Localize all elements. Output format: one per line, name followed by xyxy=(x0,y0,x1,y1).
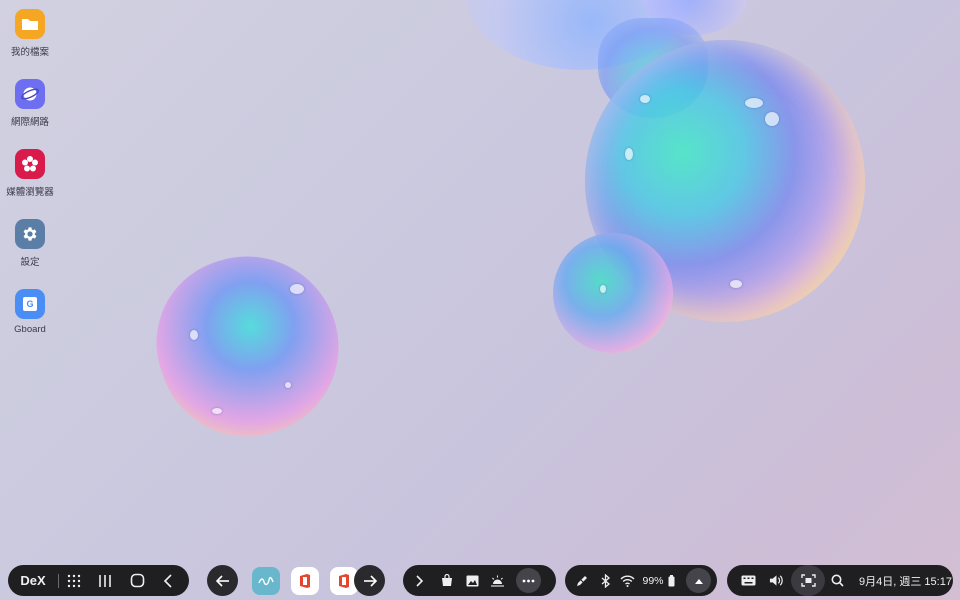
bluetooth-icon xyxy=(598,565,612,596)
screenshot-icon[interactable] xyxy=(791,565,825,596)
more-icon[interactable] xyxy=(516,568,541,593)
volume-icon[interactable] xyxy=(769,565,783,596)
gboard-icon: G xyxy=(15,289,45,319)
taskbar-tray-group xyxy=(403,565,556,596)
water-drop xyxy=(190,330,198,340)
flower-icon xyxy=(15,149,45,179)
gallery-icon[interactable] xyxy=(460,565,484,596)
dex-button[interactable]: DeX xyxy=(8,565,58,596)
water-drop xyxy=(625,148,633,160)
water-drop xyxy=(212,408,222,414)
water-drop xyxy=(600,285,606,293)
internet-icon xyxy=(15,79,45,109)
desktop-icon-gboard[interactable]: G Gboard xyxy=(0,289,60,335)
desktop-icon-my-files[interactable]: 我的檔案 xyxy=(0,9,60,58)
water-drop xyxy=(640,95,650,103)
desktop-icon-label: Gboard xyxy=(14,324,46,335)
desktop-icon-internet[interactable]: 網際網路 xyxy=(0,79,60,128)
taskbar-system-group: 9月4日, 週三 15:17 xyxy=(727,565,953,596)
wallpaper xyxy=(0,0,960,600)
desktop-icon-label: 媒體瀏覽器 xyxy=(6,187,54,198)
clock-datetime[interactable]: 9月4日, 週三 15:17 xyxy=(849,565,952,596)
water-drop xyxy=(730,280,742,288)
expand-icon[interactable] xyxy=(403,565,434,596)
pen-icon[interactable] xyxy=(565,565,598,596)
battery-icon xyxy=(664,565,678,596)
taskbar-nav-group: DeX xyxy=(8,565,189,596)
taskbar-status-group: 99% xyxy=(565,565,717,596)
water-drop xyxy=(765,112,779,126)
desktop-icon-label: 網際網路 xyxy=(10,117,49,128)
scroll-right-icon[interactable] xyxy=(354,565,385,596)
recents-icon[interactable] xyxy=(89,565,121,596)
apps-grid-icon[interactable] xyxy=(59,565,89,596)
svg-text:G: G xyxy=(26,299,33,309)
water-drop xyxy=(745,98,763,108)
bubble-shape xyxy=(553,233,673,353)
taskbar-apps-group xyxy=(207,565,385,596)
weather-icon[interactable] xyxy=(484,565,510,596)
search-icon[interactable] xyxy=(825,565,849,596)
back-icon[interactable] xyxy=(153,565,183,596)
bubble-shape xyxy=(132,230,364,462)
desktop-icon-label: 設定 xyxy=(20,257,40,268)
gear-icon xyxy=(15,219,45,249)
wifi-icon xyxy=(612,565,642,596)
desktop-icon-label: 我的檔案 xyxy=(10,47,49,58)
battery-percent: 99% xyxy=(642,574,664,587)
office-app-icon[interactable] xyxy=(291,566,319,595)
water-drop xyxy=(285,382,291,388)
store-icon[interactable] xyxy=(434,565,460,596)
notes-app-icon[interactable] xyxy=(252,566,280,595)
folder-icon xyxy=(15,9,45,39)
up-arrow-icon[interactable] xyxy=(686,568,711,593)
keyboard-icon[interactable] xyxy=(727,565,769,596)
water-drop xyxy=(290,284,304,294)
desktop-icon-media-browser[interactable]: 媒體瀏覽器 xyxy=(0,149,60,198)
desktop-icon-settings[interactable]: 設定 xyxy=(0,219,60,268)
home-icon[interactable] xyxy=(121,565,153,596)
scroll-left-icon[interactable] xyxy=(207,565,238,596)
